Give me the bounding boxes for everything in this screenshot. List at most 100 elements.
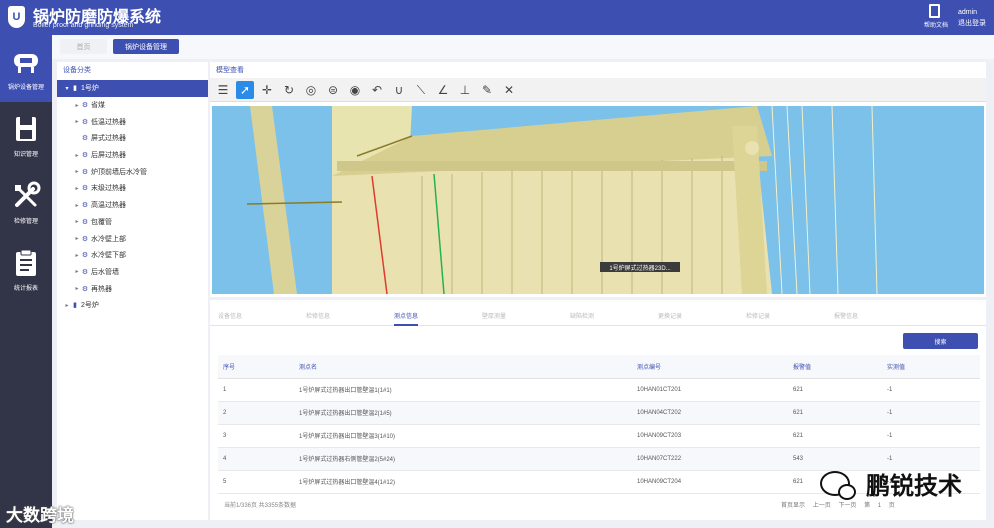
app-subtitle: Boiler proof and grinding system (33, 22, 134, 29)
save-disk-icon (16, 116, 36, 141)
cell-code: 10HAN09CT204 (632, 470, 788, 494)
tree-node-boiler-1[interactable]: ▾ ▮ 1号炉 (57, 80, 208, 97)
subtab-wall-thickness[interactable]: 壁厚测量 (482, 311, 506, 320)
tree-node[interactable]: ▸ ⚙ 炉顶前墙后水冷管 (57, 163, 208, 180)
tree-node[interactable]: ▸ ⚙ 后屏过热器 (57, 147, 208, 164)
expand-right-icon: ▸ (75, 219, 79, 226)
tree-node-label: 水冷壁上部 (91, 235, 126, 243)
tree-node[interactable]: ▸ ⚙ 再热器 (57, 280, 208, 297)
pager-next[interactable]: 下一页 (838, 503, 856, 509)
pager-page-input[interactable]: 1 (878, 503, 881, 509)
sidebar-item-label: 锅炉设备管理 (7, 84, 44, 91)
detail-subtabs: 设备信息 检修信息 测点信息 壁厚测量 缺陷检测 更换记录 检修记录 报警信息 (210, 306, 986, 326)
col-header-alarm: 报警值 (788, 355, 882, 379)
expand-right-icon: ▸ (75, 269, 79, 276)
expand-right-icon: ▸ (75, 236, 79, 243)
tree-node-label: 再热器 (91, 285, 112, 293)
eye-icon[interactable]: ◉ (346, 81, 364, 99)
move-icon[interactable]: ✛ (258, 81, 276, 99)
sidebar: 锅炉设备管理 知识管理 检修管理 统计报表 (0, 35, 52, 528)
logout-link[interactable]: 退出登录 (958, 18, 986, 29)
tree-node-label: 2号炉 (81, 302, 99, 310)
tree-node[interactable]: ▸ ⚙ 末级过热器 (57, 180, 208, 197)
magnet-icon[interactable]: ∪ (390, 81, 408, 99)
subtab-replacement[interactable]: 更换记录 (658, 311, 682, 320)
section-icon[interactable]: ⊜ (324, 81, 342, 99)
expand-right-icon: ▸ (75, 152, 79, 159)
boiler-node-icon: ▮ (73, 302, 77, 310)
component-icon: ⚙ (81, 185, 89, 193)
sidebar-item-boiler[interactable]: 锅炉设备管理 (0, 35, 52, 102)
model-component-label: 1号炉屏式过热器23D... (600, 262, 680, 272)
tree-node-label: 后水管墙 (91, 268, 119, 276)
search-button[interactable]: 搜索 (903, 333, 978, 349)
subtab-alarms[interactable]: 报警信息 (834, 311, 858, 320)
tree-node-label: 高温过热器 (91, 202, 126, 210)
table-row[interactable]: 2 1号炉屏式过热器出口管壁温2(1#5) 10HAN04CT202 621 -1 (218, 401, 980, 425)
help-doc-label: 帮助文档 (924, 23, 949, 29)
tab-home[interactable]: 首页 (60, 39, 107, 54)
cell-name: 1号炉屏式过热器出口管壁温1(1#1) (294, 378, 632, 402)
tree-node-label: 包覆管 (91, 218, 112, 226)
tree-node-label: 低温过热器 (91, 118, 126, 126)
cell-code: 10HAN09CT203 (632, 424, 788, 448)
subtab-measure-points[interactable]: 测点信息 (394, 311, 419, 326)
cell-no: 4 (218, 447, 294, 471)
watermark-right: 鹏锐技术 (820, 466, 962, 501)
sidebar-item-knowledge[interactable]: 知识管理 (0, 102, 52, 169)
menu-icon[interactable]: ☰ (214, 81, 232, 99)
cell-alarm: 621 (788, 378, 882, 402)
pager-prev[interactable]: 上一页 (813, 503, 831, 509)
expand-right-icon: ▸ (75, 119, 79, 126)
tree-node[interactable]: ⚙ 屏式过热器 (57, 130, 208, 147)
measure-point-icon[interactable]: ⊥ (456, 81, 474, 99)
tab-boiler-management[interactable]: 锅炉设备管理 (113, 39, 179, 54)
help-doc-button[interactable]: 帮助文档 (924, 4, 949, 32)
tree-node[interactable]: ▸ ⚙ 高温过热器 (57, 197, 208, 214)
subtab-maintenance-info[interactable]: 检修信息 (306, 311, 330, 320)
expand-right-icon: ▸ (75, 102, 79, 109)
sidebar-item-label: 统计报表 (13, 285, 38, 292)
measure-line-icon[interactable]: ⟍ (412, 81, 430, 99)
sidebar-item-report[interactable]: 统计报表 (0, 236, 52, 303)
sidebar-item-label: 知识管理 (13, 151, 38, 158)
pager-first[interactable]: 首页显示 (781, 503, 805, 509)
expand-right-icon: ▸ (75, 252, 79, 259)
table-row[interactable]: 1 1号炉屏式过热器出口管壁温1(1#1) 10HAN01CT201 621 -1 (218, 378, 980, 402)
pen-icon[interactable]: ✎ (478, 81, 496, 99)
tree-node[interactable]: ▸ ⚙ 水冷壁上部 (57, 230, 208, 247)
table-header-row: 序号 测点名 测点编号 报警值 实测值 (218, 355, 980, 379)
tree-node-label: 炉顶前墙后水冷管 (91, 168, 147, 176)
component-icon: ⚙ (81, 118, 89, 126)
sidebar-item-maintenance[interactable]: 检修管理 (0, 169, 52, 236)
sidebar-item-label: 检修管理 (13, 218, 38, 225)
tree-node[interactable]: ▸ ⚙ 低温过热器 (57, 113, 208, 130)
col-header-no: 序号 (218, 355, 294, 379)
model-toolbar: ☰ ➚ ✛ ↻ ◎ ⊜ ◉ ↶ ∪ ⟍ ∠ ⊥ ✎ ✕ (210, 78, 986, 102)
target-icon[interactable]: ◎ (302, 81, 320, 99)
component-icon: ⚙ (81, 268, 89, 276)
tree-node[interactable]: ▸ ⚙ 水冷壁下部 (57, 247, 208, 264)
subtab-defect-detection[interactable]: 缺陷检测 (570, 311, 594, 320)
boiler-node-icon: ▮ (73, 85, 77, 93)
tree-node[interactable]: ▸ ⚙ 包覆管 (57, 214, 208, 231)
cell-name: 1号炉屏式过热器出口管壁温4(1#12) (294, 470, 632, 494)
tree-node-boiler-2[interactable]: ▸ ▮ 2号炉 (57, 297, 208, 314)
tree-node[interactable]: ▸ ⚙ 后水管墙 (57, 264, 208, 281)
rotate-icon[interactable]: ↻ (280, 81, 298, 99)
component-icon: ⚙ (81, 285, 89, 293)
subtab-device-info[interactable]: 设备信息 (218, 311, 242, 320)
select-arrow-icon[interactable]: ➚ (236, 81, 254, 99)
subtab-repair-records[interactable]: 检修记录 (746, 311, 770, 320)
explode-icon[interactable]: ✕ (500, 81, 518, 99)
3d-model-canvas[interactable]: 1号炉屏式过热器23D... (212, 105, 984, 295)
table-row[interactable]: 3 1号炉屏式过热器出口管壁温3(1#10) 10HAN09CT203 621 -1 (218, 424, 980, 448)
tree-title: 设备分类 (63, 67, 91, 74)
watermark-right-text: 鹏锐技术 (866, 473, 962, 500)
wrench-screwdriver-icon (15, 181, 41, 207)
measure-angle-icon[interactable]: ∠ (434, 81, 452, 99)
tree-node[interactable]: ▸ ⚙ 省煤 (57, 97, 208, 114)
undo-icon[interactable]: ↶ (368, 81, 386, 99)
clipboard-icon (16, 249, 36, 276)
component-icon: ⚙ (81, 168, 89, 176)
